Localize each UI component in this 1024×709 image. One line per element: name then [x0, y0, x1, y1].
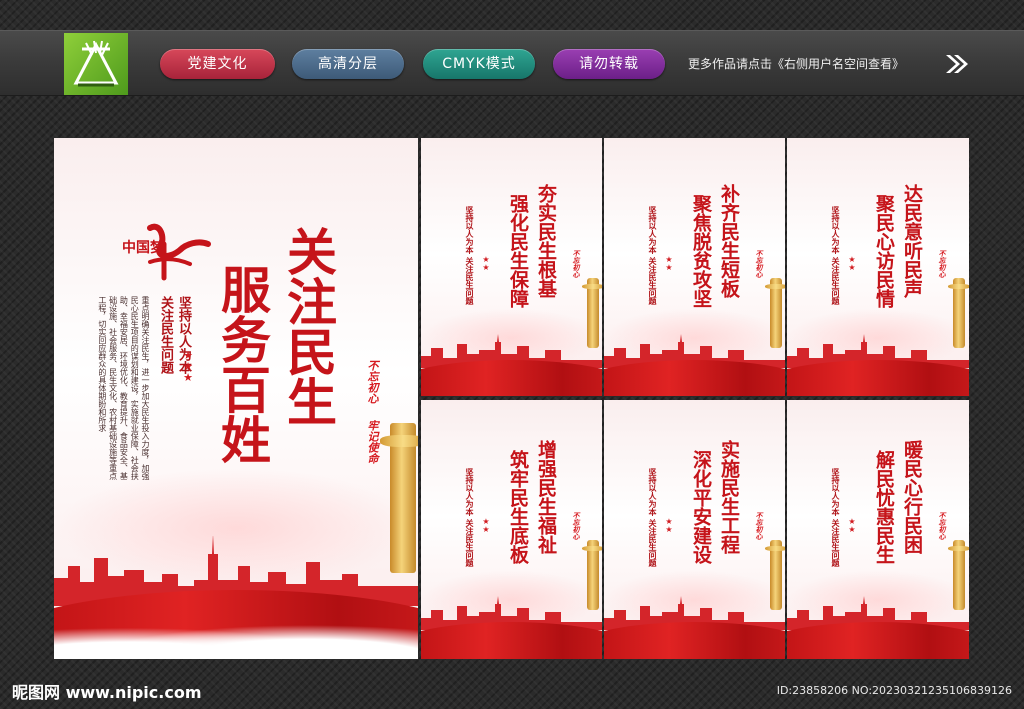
tag-no-repost[interactable]: 请勿转载 — [553, 49, 665, 79]
poster-1: 夯实民生根基 强化民生保障 坚持以人为本 关注民生问题 ★ ★ 不忘初心 — [421, 138, 602, 396]
poster-4-title-col2: 筑牢民生底板 — [507, 450, 529, 564]
poster-1-ribbon — [421, 360, 602, 396]
poster-4: 增强民生福祉 筑牢民生底板 坚持以人为本 关注民生问题 ★ ★ 不忘初心 — [421, 400, 602, 659]
poster-1-seal: 不忘初心 — [572, 250, 581, 278]
stars-decoration: ★ ★ ★ — [183, 349, 193, 384]
seal-remember-origin: 不忘初心 — [366, 360, 379, 404]
china-dream-brush-logo: 中国梦 — [122, 223, 211, 281]
poster-6-subtitle: 坚持以人为本 关注民生问题 — [831, 468, 841, 567]
poster-3-title-col2: 聚民心访民情 — [873, 194, 895, 308]
poster-4-seal: 不忘初心 — [572, 512, 581, 540]
image-id-text: ID:23858206 NO:20230321235106839126 — [776, 684, 1012, 697]
poster-5-title-col1: 实施民生工程 — [718, 440, 740, 554]
poster-6-ribbon — [787, 622, 969, 659]
double-chevron-right-icon[interactable] — [944, 53, 970, 75]
poster-1-title-col2: 强化民生保障 — [507, 194, 529, 308]
poster-2-ribbon — [604, 360, 785, 396]
poster-2: 补齐民生短板 聚焦脱贫攻坚 坚持以人为本 关注民生问题 ★ ★ 不忘初心 — [604, 138, 785, 396]
tag-hd-layered[interactable]: 高清分层 — [292, 49, 404, 79]
poster-3-seal: 不忘初心 — [938, 250, 947, 278]
site-watermark-logo: 昵图网 www.nipic.com — [12, 683, 202, 702]
poster-6-stars: ★ ★ — [848, 517, 856, 534]
poster-4-subtitle: 坚持以人为本 关注民生问题 — [465, 468, 475, 567]
poster-3-ribbon — [787, 360, 969, 396]
tag-party-culture[interactable]: 党建文化 — [160, 49, 275, 79]
poster-3: 达民意听民声 聚民心访民情 坚持以人为本 关注民生问题 ★ ★ 不忘初心 — [787, 138, 969, 396]
brush-mark-text: 中国梦 — [122, 239, 165, 256]
poster-4-ribbon — [421, 622, 602, 659]
poster-1-title-col1: 夯实民生根基 — [535, 184, 557, 298]
poster-5-seal: 不忘初心 — [755, 512, 764, 540]
main-subtitle-col2: 关注民生问题 — [158, 296, 173, 374]
poster-2-seal: 不忘初心 — [755, 250, 764, 278]
poster-6-title-col2: 解民忧惠民生 — [873, 450, 895, 564]
poster-3-subtitle: 坚持以人为本 关注民生问题 — [831, 206, 841, 305]
poster-5-title-col2: 深化平安建设 — [690, 450, 712, 564]
poster-2-subtitle: 坚持以人为本 关注民生问题 — [648, 206, 658, 305]
cloud-decoration — [54, 619, 418, 659]
poster-5-ribbon — [604, 622, 785, 659]
main-title-col2: 服务百姓 — [213, 264, 272, 464]
poster-4-title-col1: 增强民生福祉 — [535, 440, 557, 554]
poster-6: 暖民心行民困 解民忧惠民生 坚持以人为本 关注民生问题 ★ ★ 不忘初心 — [787, 400, 969, 659]
pen-nib-icon[interactable] — [64, 33, 128, 95]
tag-cmyk-mode[interactable]: CMYK模式 — [423, 49, 535, 79]
main-body-text: 重点明确关注民生，进一步加大民生投入力度，加强民心民生项目的谋划和建设，实施就业… — [97, 296, 150, 480]
more-works-link[interactable]: 更多作品请点击《右侧用户名空间查看》 — [688, 55, 904, 72]
poster-3-title-col1: 达民意听民声 — [901, 184, 923, 298]
poster-6-seal: 不忘初心 — [938, 512, 947, 540]
top-toolbar: 党建文化 高清分层 CMYK模式 请勿转载 更多作品请点击《右侧用户名空间查看》 — [0, 30, 1024, 96]
poster-5-subtitle: 坚持以人为本 关注民生问题 — [648, 468, 658, 567]
main-poster: 中国梦 坚持以人为本 关注民生问题 重点明确关注民生，进一步加大民生投入力度，加… — [54, 138, 418, 659]
main-title-col1: 关注民生 — [279, 226, 338, 426]
seal-keep-mission: 牢记使命 — [366, 420, 379, 464]
poster-2-title-col1: 补齐民生短板 — [718, 184, 740, 298]
poster-1-stars: ★ ★ — [482, 255, 490, 272]
poster-3-stars: ★ ★ — [848, 255, 856, 272]
poster-6-title-col1: 暖民心行民困 — [901, 440, 923, 554]
poster-5: 实施民生工程 深化平安建设 坚持以人为本 关注民生问题 ★ ★ 不忘初心 — [604, 400, 785, 659]
poster-2-stars: ★ ★ — [665, 255, 673, 272]
poster-2-title-col2: 聚焦脱贫攻坚 — [690, 194, 712, 308]
poster-5-stars: ★ ★ — [665, 517, 673, 534]
poster-1-subtitle: 坚持以人为本 关注民生问题 — [465, 206, 475, 305]
poster-4-stars: ★ ★ — [482, 517, 490, 534]
